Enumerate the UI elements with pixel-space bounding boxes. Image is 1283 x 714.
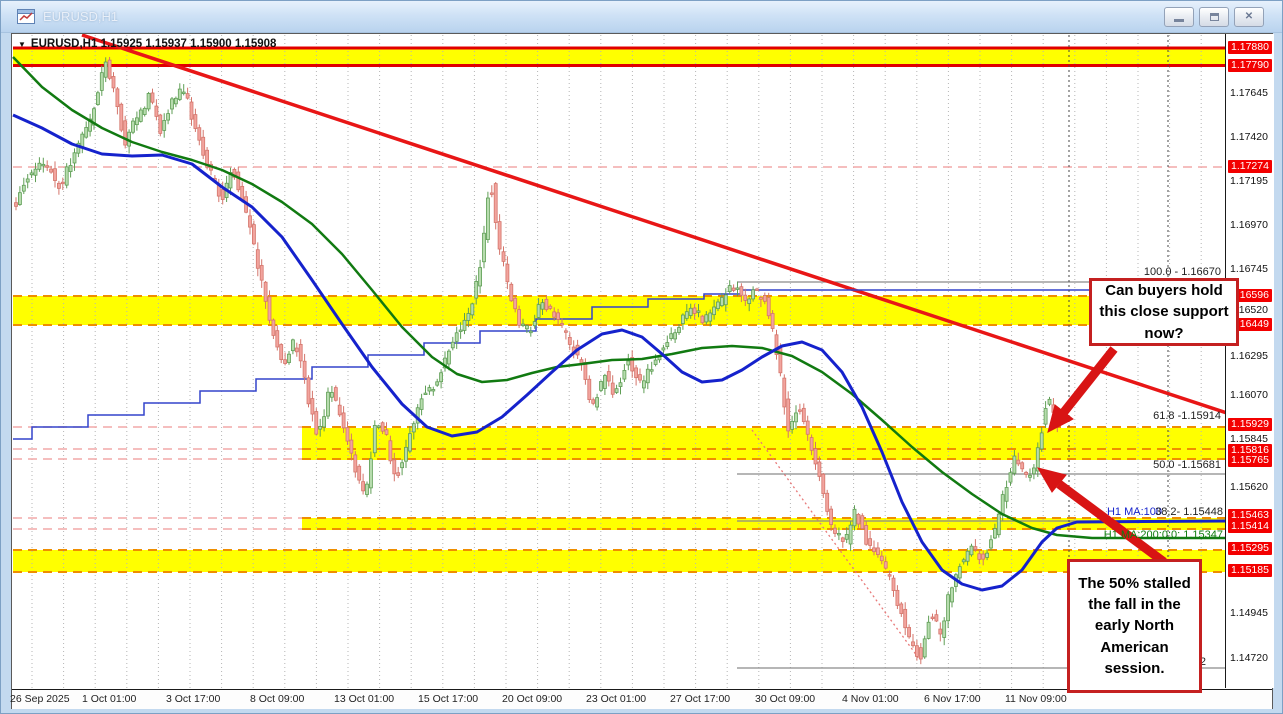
y-axis-label: 1.17274	[1228, 160, 1272, 173]
fib-618-label: 61.8 -1.15914	[1153, 410, 1221, 422]
ohlc-values: EURUSD,H1 1.15925 1.15937 1.15900 1.1590…	[31, 38, 277, 50]
y-axis-label: 1.17420	[1230, 131, 1268, 144]
close-icon: ✕	[1245, 11, 1253, 22]
chart-canvas[interactable]	[12, 34, 1225, 688]
candles	[15, 57, 1059, 664]
x-axis-label: 20 Oct 09:00	[502, 693, 562, 705]
x-axis-label: 26 Sep 2025	[10, 693, 70, 705]
y-axis-label: 1.14720	[1230, 652, 1268, 665]
x-axis-label: 30 Oct 09:00	[755, 693, 815, 705]
x-axis-label: 15 Oct 17:00	[418, 693, 478, 705]
annotation-box-support[interactable]: Can buyers hold this close support now?	[1089, 278, 1239, 346]
y-axis-label: 1.14945	[1230, 607, 1268, 620]
y-axis-label: 1.17880	[1228, 41, 1272, 54]
x-axis-label: 3 Oct 17:00	[166, 693, 220, 705]
y-axis-label: 1.15414	[1228, 520, 1272, 533]
y-axis-label: 1.15185	[1228, 564, 1272, 577]
minimize-button[interactable]	[1164, 7, 1194, 27]
y-axis-label: 1.15620	[1230, 481, 1268, 494]
fib-382-label: 38.2- 1.15448	[1155, 506, 1223, 518]
title-bar: EURUSD,H1 ✕	[1, 1, 1282, 33]
x-axis-label: 1 Oct 01:00	[82, 693, 136, 705]
y-axis-label: 1.15295	[1228, 542, 1272, 555]
fib-50-label: 50.0 -1.15681	[1153, 459, 1221, 471]
x-axis-label: 27 Oct 17:00	[670, 693, 730, 705]
ohlc-header: ▼ EURUSD,H1 1.15925 1.15937 1.15900 1.159…	[18, 38, 276, 50]
y-axis-label: 1.16295	[1230, 350, 1268, 363]
y-axis-label: 1.15765	[1228, 454, 1272, 467]
y-axis-label: 1.15929	[1228, 418, 1272, 431]
y-axis-label: 1.16970	[1230, 219, 1268, 232]
y-axis-label: 1.16745	[1230, 263, 1268, 276]
x-axis-label: 6 Nov 17:00	[924, 693, 981, 705]
y-axis-label: 1.17645	[1230, 87, 1268, 100]
restore-icon	[1210, 13, 1219, 21]
fib-100-label: 100.0 - 1.16670	[1144, 266, 1221, 278]
price-axis[interactable]: 1.17880 1.17790 1.17645 1.17420 1.17274 1.171…	[1225, 34, 1274, 688]
ma100-label: H1 MA:100	[1107, 506, 1162, 518]
x-axis-label: 13 Oct 01:00	[334, 693, 394, 705]
gridlines	[32, 35, 1201, 688]
y-axis-label: 1.17790	[1228, 59, 1272, 72]
x-axis-label: 4 Nov 01:00	[842, 693, 899, 705]
restore-button[interactable]	[1199, 7, 1229, 27]
ma200-label: H1 MA:200:0:0: 1.15347	[1104, 529, 1223, 541]
close-button[interactable]: ✕	[1234, 7, 1264, 27]
y-axis-label: 1.17195	[1230, 175, 1268, 188]
x-axis-label: 8 Oct 09:00	[250, 693, 304, 705]
minimize-icon	[1174, 19, 1184, 22]
window-title: EURUSD,H1	[43, 9, 1164, 24]
chart-dropdown-icon[interactable]: ▼	[18, 40, 26, 49]
x-axis-label: 23 Oct 01:00	[586, 693, 646, 705]
y-axis-label: 1.16070	[1230, 389, 1268, 402]
x-axis-label: 11 Nov 09:00	[1005, 693, 1067, 705]
annotation-box-fifty[interactable]: The 50% stalled the fall in the early No…	[1067, 559, 1202, 693]
mt4-chart-window: EURUSD,H1 ✕ ▼ EURUSD,H1 1.15925 1.15937 1…	[0, 0, 1283, 714]
chart-window-icon	[17, 9, 35, 24]
window-controls: ✕	[1164, 7, 1264, 27]
